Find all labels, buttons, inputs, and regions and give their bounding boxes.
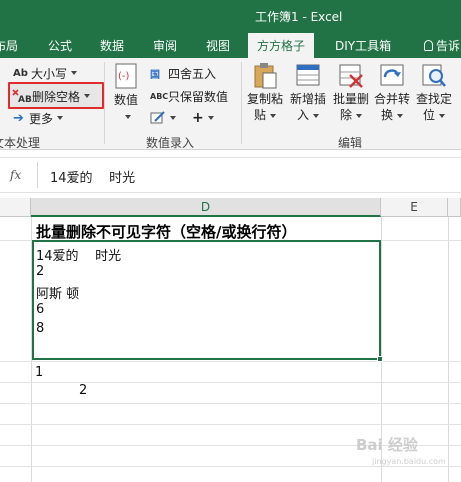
fx-icon[interactable]: fx — [10, 168, 21, 182]
group-label-edit: 编辑 — [338, 136, 363, 150]
chevron-down-icon[interactable] — [207, 116, 214, 120]
title-bar: 工作簿1 - Excel — [0, 0, 461, 30]
insert-rows-icon — [296, 64, 320, 86]
column-header-d[interactable]: D — [31, 198, 381, 217]
delete-spaces-button[interactable]: AB 删除空格 — [12, 86, 91, 106]
clipboard-icon — [254, 63, 277, 89]
cell-below-1[interactable]: 1 — [35, 365, 43, 380]
copy-paste-label-1: 复制粘 — [246, 92, 283, 106]
grid-line — [0, 361, 461, 362]
find-icon — [422, 64, 446, 87]
watermark-url-icon: jingyan.baidu.com — [371, 457, 446, 466]
copy-paste-button[interactable]: 复制粘 贴 — [246, 61, 284, 123]
arrow-right-icon: ➔ — [13, 110, 24, 126]
chevron-down-icon — [57, 116, 64, 120]
more-label: 更多 — [29, 111, 54, 126]
add-icon[interactable]: + — [192, 110, 204, 126]
chevron-down-icon — [84, 94, 91, 98]
round-icon: 国 — [150, 69, 160, 81]
grid-line — [0, 403, 461, 404]
merge-convert-icon — [380, 64, 404, 86]
group-label-text: 文本处理 — [0, 136, 41, 150]
find-locate-label-1: 查找定 — [415, 92, 452, 106]
column-header-f[interactable] — [448, 198, 461, 217]
insert-button[interactable]: 新增插 入 — [288, 61, 328, 123]
insert-label-2: 入 — [288, 107, 328, 123]
copy-paste-label-2: 贴 — [246, 107, 284, 123]
cell-line: 2 — [36, 264, 45, 279]
keep-numeric-button[interactable]: ABC 只保留数值 — [150, 86, 228, 106]
svg-text:AB: AB — [18, 95, 32, 104]
tab-diy-toolbox[interactable]: DIY工具箱 — [335, 37, 391, 54]
keep-numeric-icon: ABC — [150, 91, 169, 101]
batch-delete-label-1: 批量删 — [332, 92, 369, 106]
fill-handle[interactable] — [377, 356, 383, 362]
tab-layout[interactable]: 布局 — [0, 37, 18, 54]
tell-me-search[interactable]: 告诉 — [424, 37, 460, 54]
formula-input[interactable]: 14爱的 时光 — [50, 167, 135, 186]
column-header-e[interactable]: E — [381, 198, 448, 217]
case-button[interactable]: Ab 大小写 — [13, 63, 78, 83]
cell-line: 阿斯 顿 — [36, 287, 80, 302]
round-button[interactable]: 国 四舍五入 — [150, 63, 216, 83]
numeric-button[interactable]: (-) 数值 — [111, 62, 141, 124]
batch-delete-icon — [339, 64, 363, 88]
grid-line — [0, 382, 461, 383]
edit-sheet-icon[interactable] — [150, 111, 166, 125]
merge-convert-button[interactable]: 合并转 换 — [372, 61, 412, 123]
formula-separator — [37, 162, 38, 188]
svg-text:Bai 经验: Bai 经验 — [356, 436, 419, 454]
tab-data[interactable]: 数据 — [100, 37, 124, 54]
round-label: 四舍五入 — [168, 66, 217, 81]
tab-formulas[interactable]: 公式 — [48, 37, 72, 54]
delete-spaces-icon: AB — [12, 89, 32, 104]
window-title: 工作簿1 - Excel — [255, 10, 343, 24]
cell-line: 6 — [36, 302, 45, 317]
tell-me-label: 告诉 — [436, 39, 461, 53]
cell-line: 14爱的 时光 — [36, 249, 122, 264]
numeric-label: 数值 — [113, 93, 138, 107]
group-separator — [241, 62, 242, 144]
numeric-icon: (-) — [115, 63, 137, 89]
svg-text:jingyan.baidu.com: jingyan.baidu.com — [372, 457, 446, 466]
selected-cell[interactable]: 14爱的 时光 2 阿斯 顿 6 8 — [32, 240, 381, 360]
find-locate-label-2: 位 — [414, 107, 454, 123]
case-label: 大小写 — [31, 66, 68, 81]
cell-line: 8 — [36, 321, 45, 336]
ribbon-tabs: 布局 公式 数据 审阅 视图 方方格子 DIY工具箱 告诉 — [0, 30, 461, 58]
grid-line — [0, 424, 461, 425]
tab-view[interactable]: 视图 — [206, 37, 230, 54]
merge-convert-label-2: 换 — [372, 107, 412, 123]
chevron-down-icon[interactable] — [170, 116, 176, 120]
batch-delete-button[interactable]: 批量删 除 — [331, 61, 371, 123]
number-tools-row: + — [150, 108, 214, 128]
chevron-down-icon — [71, 71, 78, 75]
sheet-title-cell[interactable]: 批量删除不可见字符（空格/或换行符） — [36, 221, 296, 242]
chevron-down-icon — [125, 114, 131, 119]
column-header-c[interactable] — [0, 198, 31, 217]
group-separator — [104, 62, 105, 144]
batch-delete-label-2: 除 — [331, 107, 371, 123]
formula-bar: fx 14爱的 时光 — [0, 157, 461, 193]
more-button[interactable]: ➔ 更多 — [13, 108, 64, 128]
merge-convert-label-1: 合并转 — [373, 92, 410, 106]
svg-text:(-): (-) — [118, 71, 130, 82]
baidu-logo-icon: Bai 经验 — [356, 436, 419, 454]
tab-fangfang[interactable]: 方方格子 — [248, 33, 315, 58]
delete-spaces-label: 删除空格 — [32, 89, 81, 104]
case-icon: Ab — [13, 67, 28, 79]
keep-numeric-label: 只保留数值 — [168, 89, 229, 104]
lightbulb-icon — [424, 40, 433, 51]
group-label-number: 数值录入 — [146, 136, 195, 150]
find-locate-button[interactable]: 查找定 位 — [414, 61, 454, 123]
insert-label-1: 新增插 — [289, 92, 326, 106]
cell-below-2[interactable]: 2 — [79, 383, 87, 398]
tab-review[interactable]: 审阅 — [153, 37, 177, 54]
watermark-url: jingyan.baidu.com — [371, 455, 461, 470]
